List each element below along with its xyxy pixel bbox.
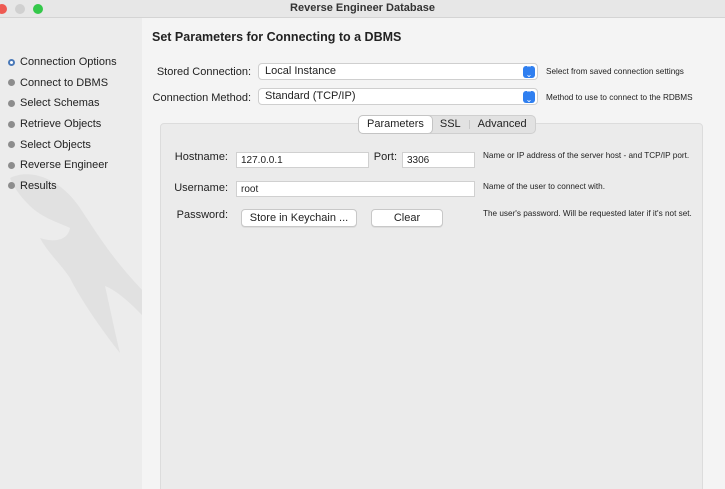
connection-method-select[interactable]: Standard (TCP/IP) ⌃ ⌄ (258, 88, 538, 105)
parameters-panel: Parameters SSL Advanced Hostname: 127.0.… (160, 115, 703, 489)
step-label: Select Schemas (20, 97, 100, 110)
dolphin-watermark-icon (10, 174, 142, 353)
port-label: Port: (373, 151, 397, 163)
stored-connection-label: Stored Connection: (156, 66, 251, 78)
step-label: Retrieve Objects (20, 118, 102, 131)
window-title: Reverse Engineer Database (290, 2, 435, 14)
step-select-objects: Select Objects (8, 134, 117, 155)
main-content: Set Parameters for Connecting to a DBMS … (142, 18, 725, 489)
step-reverse-engineer: Reverse Engineer (8, 155, 117, 176)
connection-method-value: Standard (TCP/IP) (265, 90, 356, 102)
username-label: Username: (174, 182, 228, 194)
stored-connection-select[interactable]: Local Instance ⌃ ⌄ (258, 63, 538, 80)
stored-connection-hint: Select from saved connection settings (546, 67, 684, 76)
username-field[interactable]: root (236, 181, 475, 197)
step-label: Reverse Engineer (20, 159, 109, 172)
step-dot-icon (8, 99, 15, 107)
chevron-up-down-icon: ⌃ ⌄ (523, 64, 535, 78)
step-connect-to-dbms: Connect to DBMS (8, 73, 117, 94)
password-hint: The user's password. Will be requested l… (483, 209, 692, 218)
step-dot-icon (8, 141, 15, 149)
step-dot-icon (8, 182, 15, 190)
port-field[interactable]: 3306 (402, 152, 475, 168)
stored-connection-value: Local Instance (265, 65, 336, 77)
hostname-label: Hostname: (174, 151, 228, 163)
clear-password-button[interactable]: Clear (371, 209, 443, 227)
step-label: Connection Options (20, 56, 117, 69)
title-bar: Reverse Engineer Database (0, 0, 725, 18)
step-select-schemas: Select Schemas (8, 93, 117, 114)
step-label: Connect to DBMS (20, 76, 109, 89)
connection-method-label: Connection Method: (152, 92, 251, 104)
tab-bar: Parameters SSL Advanced (358, 115, 536, 134)
password-label: Password: (176, 209, 228, 221)
page-title: Set Parameters for Connecting to a DBMS (152, 30, 402, 44)
step-dot-icon (8, 161, 15, 169)
step-dot-icon (8, 120, 15, 128)
step-label: Select Objects (20, 138, 91, 151)
step-results: Results (8, 176, 117, 197)
step-label: Results (20, 179, 57, 192)
tab-parameters[interactable]: Parameters (359, 116, 432, 133)
tab-advanced[interactable]: Advanced (470, 116, 535, 133)
wizard-steps-sidebar: Connection Options Connect to DBMS Selec… (0, 18, 142, 489)
hostname-field[interactable]: 127.0.0.1 (236, 152, 369, 168)
store-in-keychain-button[interactable]: Store in Keychain ... (241, 209, 357, 227)
step-dot-icon (8, 79, 15, 87)
step-connection-options: Connection Options (8, 52, 117, 73)
active-step-icon (8, 58, 15, 66)
connection-method-hint: Method to use to connect to the RDBMS (546, 93, 693, 102)
username-hint: Name of the user to connect with. (483, 182, 605, 191)
chevron-up-down-icon: ⌃ ⌄ (523, 89, 535, 103)
step-retrieve-objects: Retrieve Objects (8, 114, 117, 135)
hostname-hint: Name or IP address of the server host - … (483, 151, 690, 160)
tab-ssl[interactable]: SSL (432, 116, 469, 133)
